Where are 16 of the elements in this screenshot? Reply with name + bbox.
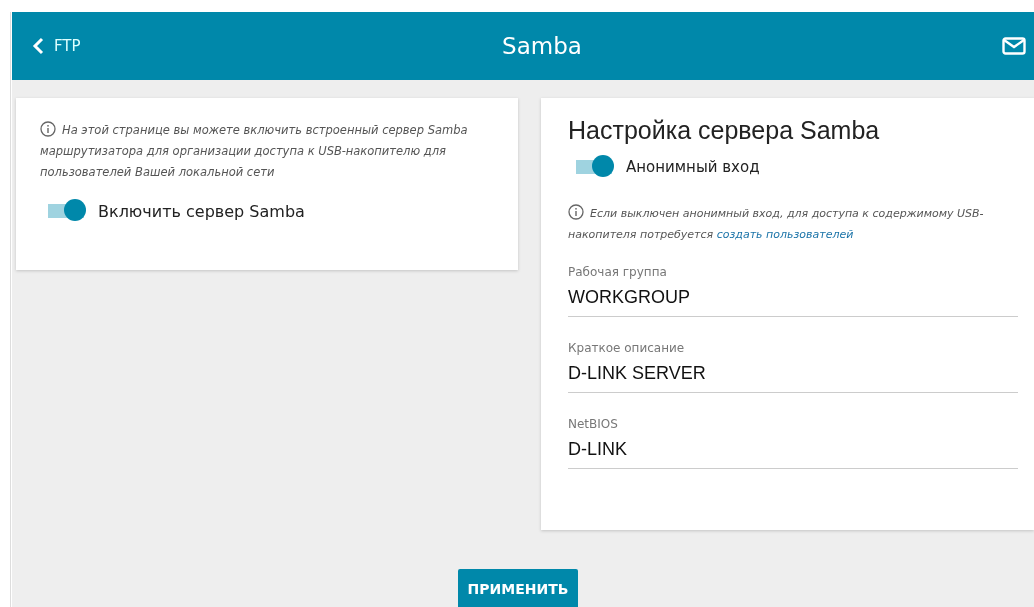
page-title: Samba bbox=[501, 33, 583, 59]
section-title: Настройка сервера Samba bbox=[568, 116, 881, 145]
info-text: Если выключен анонимный вход, для доступа к содержимому USB-накопителя потребуется создать пользователей bbox=[568, 203, 1018, 245]
back-link[interactable]: FTP bbox=[32, 37, 232, 55]
info-icon bbox=[568, 204, 584, 220]
apply-button[interactable]: ПРИМЕНИТЬ bbox=[457, 569, 579, 607]
mail-icon[interactable] bbox=[1002, 37, 1026, 55]
toggle-label: Включить сервер Samba bbox=[98, 201, 305, 221]
chevron-left-icon bbox=[32, 37, 44, 55]
input-field[interactable]: NetBIOS D-LINK bbox=[568, 417, 1018, 469]
info-text: На этой странице вы можете включить встроенный сервер Samba маршрутизатора для организации доступа к USB-накопителю для пользователей Вашей локальной сети bbox=[40, 120, 469, 181]
toggle-label: Анонимный вход bbox=[626, 158, 760, 176]
create-users-link[interactable]: создать пользователей bbox=[716, 228, 854, 241]
info-icon bbox=[40, 121, 56, 137]
input-field[interactable]: Рабочая группа WORKGROUP bbox=[568, 265, 1018, 317]
input-field[interactable]: Краткое описание D-LINK SERVER bbox=[568, 341, 1018, 393]
